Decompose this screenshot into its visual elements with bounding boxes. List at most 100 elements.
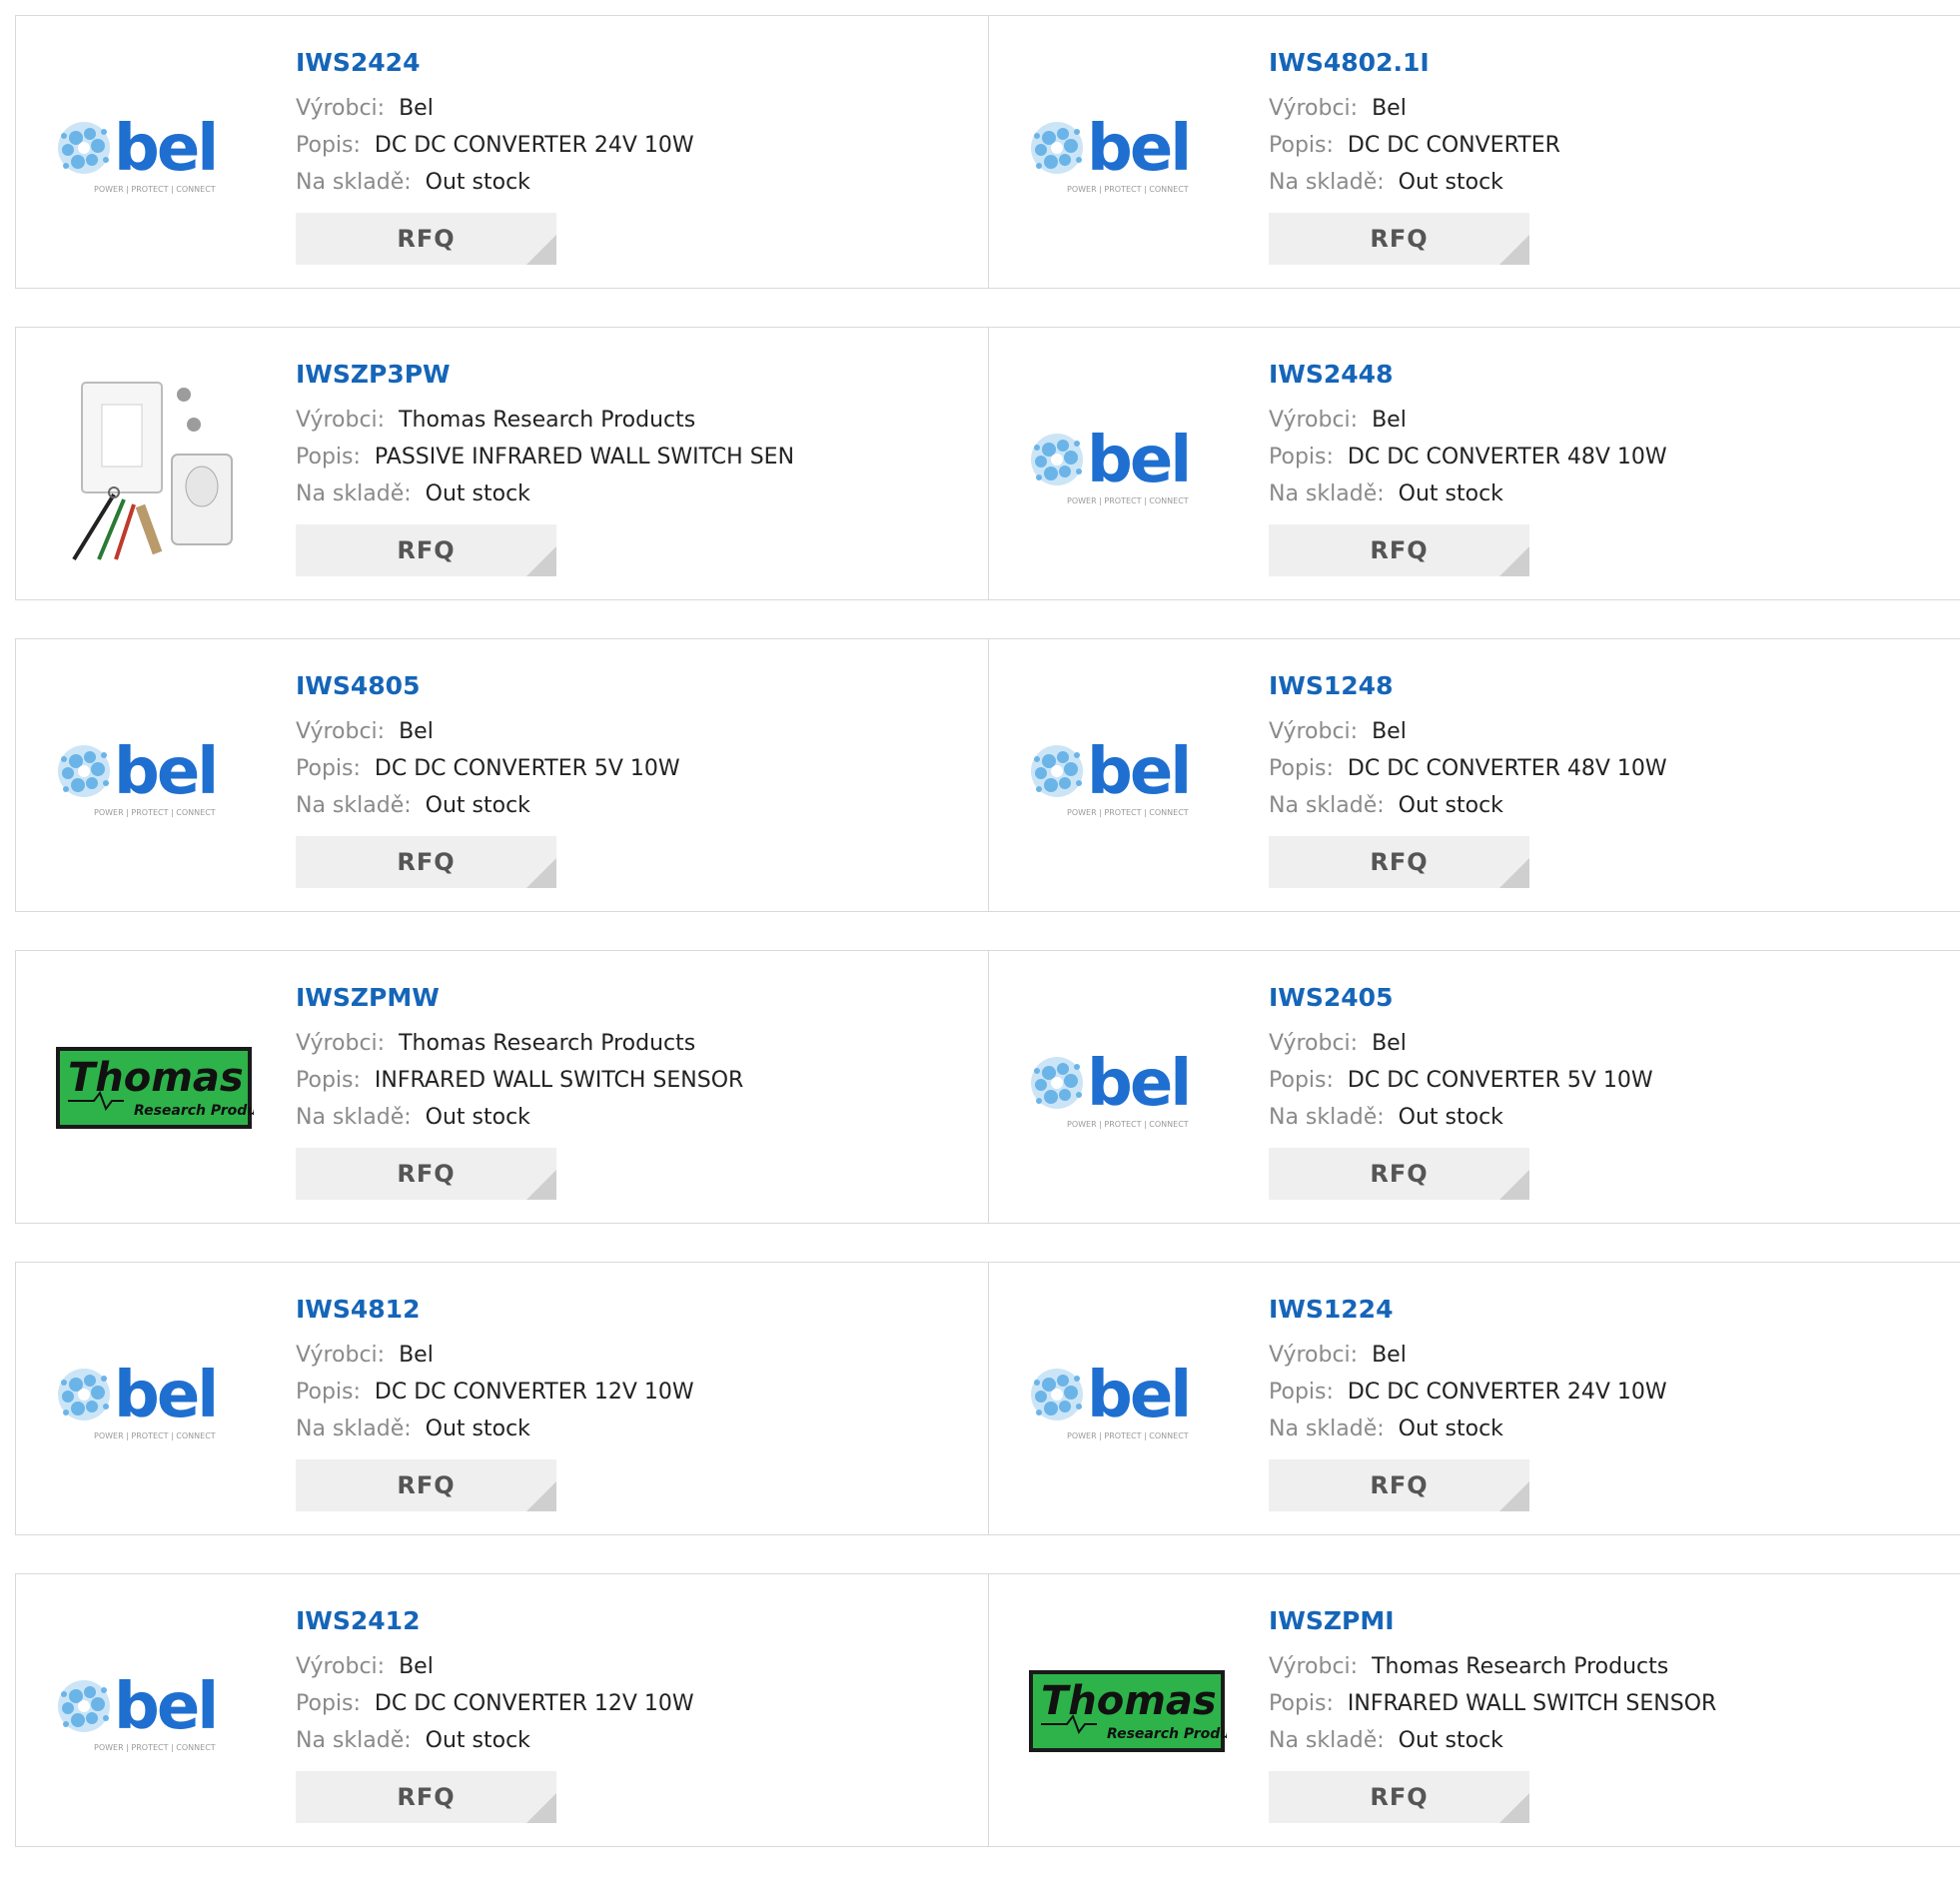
stock-value: Out stock	[425, 793, 530, 818]
product-info: IWS4802.1I Výrobci: Bel Popis: DC DC CONVE…	[1269, 46, 1560, 265]
part-number-link[interactable]: IWSZPMW	[296, 981, 743, 1015]
manufacturer-value: Bel	[1372, 1031, 1407, 1056]
rfq-button[interactable]: RFQ	[296, 1771, 556, 1823]
rfq-button[interactable]: RFQ	[296, 836, 556, 888]
description-value: DC DC CONVERTER 5V 10W	[1347, 1068, 1653, 1093]
product-grid: bel POWER | PROTECT | CONNECT IWS2424 Výr…	[15, 15, 1960, 1885]
stock-value: Out stock	[1398, 170, 1503, 195]
manufacturer-value: Bel	[399, 719, 434, 744]
product-card: bel POWER | PROTECT | CONNECT IWS2448 Výr…	[988, 328, 1960, 599]
product-row: bel POWER | PROTECT | CONNECT IWS4805 Výr…	[15, 638, 1960, 912]
stock-value: Out stock	[425, 481, 530, 506]
part-number-link[interactable]: IWS2412	[296, 1604, 694, 1638]
product-image[interactable]: bel POWER | PROTECT | CONNECT	[54, 1611, 254, 1811]
description-line: Popis: INFRARED WALL SWITCH SENSOR	[1269, 1685, 1716, 1722]
description-label: Popis:	[296, 1691, 361, 1716]
part-number-link[interactable]: IWS2448	[1269, 358, 1667, 392]
stock-label: Na skladě:	[296, 481, 412, 506]
svg-text:POWER | PROTECT | CONNECT: POWER | PROTECT | CONNECT	[1067, 185, 1189, 194]
stock-label: Na skladě:	[1269, 793, 1385, 818]
svg-text:POWER | PROTECT | CONNECT: POWER | PROTECT | CONNECT	[1067, 1431, 1189, 1440]
product-card: bel POWER | PROTECT | CONNECT IWS2424 Výr…	[16, 16, 988, 288]
product-image[interactable]: bel POWER | PROTECT | CONNECT	[54, 676, 254, 876]
part-number-link[interactable]: IWSZP3PW	[296, 358, 794, 392]
rfq-button-label: RFQ	[1370, 536, 1429, 564]
product-image[interactable]: bel POWER | PROTECT | CONNECT	[54, 53, 254, 253]
button-corner-decoration	[526, 1170, 556, 1200]
rfq-button[interactable]: RFQ	[1269, 213, 1529, 265]
product-info: IWS2412 Výrobci: Bel Popis: DC DC CONVERTE…	[296, 1604, 694, 1823]
rfq-button[interactable]: RFQ	[296, 524, 556, 576]
rfq-button[interactable]: RFQ	[1269, 524, 1529, 576]
svg-text:Research Products: Research Products	[134, 1103, 254, 1119]
stock-label: Na skladě:	[296, 170, 412, 195]
description-value: DC DC CONVERTER 12V 10W	[374, 1691, 694, 1716]
description-label: Popis:	[1269, 1068, 1334, 1093]
product-image[interactable]: bel POWER | PROTECT | CONNECT	[1027, 53, 1227, 253]
description-label: Popis:	[1269, 133, 1334, 158]
part-number-link[interactable]: IWS4812	[296, 1293, 694, 1327]
button-corner-decoration	[1499, 1170, 1529, 1200]
description-line: Popis: DC DC CONVERTER 5V 10W	[296, 750, 680, 787]
button-corner-decoration	[526, 546, 556, 576]
description-line: Popis: DC DC CONVERTER 24V 10W	[296, 127, 694, 164]
part-number-link[interactable]: IWS4802.1I	[1269, 46, 1560, 80]
description-line: Popis: DC DC CONVERTER 48V 10W	[1269, 439, 1667, 475]
part-number-link[interactable]: IWSZPMI	[1269, 1604, 1716, 1638]
svg-text:POWER | PROTECT | CONNECT: POWER | PROTECT | CONNECT	[94, 808, 216, 817]
rfq-button-label: RFQ	[1370, 1783, 1429, 1811]
part-number-link[interactable]: IWS1224	[1269, 1293, 1667, 1327]
product-image[interactable]: bel POWER | PROTECT | CONNECT	[1027, 365, 1227, 564]
rfq-button[interactable]: RFQ	[1269, 1148, 1529, 1200]
product-row: bel POWER | PROTECT | CONNECT IWS2424 Výr…	[15, 15, 1960, 289]
stock-line: Na skladě: Out stock	[296, 1099, 743, 1136]
button-corner-decoration	[1499, 546, 1529, 576]
rfq-button[interactable]: RFQ	[296, 213, 556, 265]
rfq-button[interactable]: RFQ	[1269, 1771, 1529, 1823]
svg-text:POWER | PROTECT | CONNECT: POWER | PROTECT | CONNECT	[1067, 496, 1189, 505]
manufacturer-line: Výrobci: Bel	[1269, 713, 1667, 750]
rfq-button[interactable]: RFQ	[296, 1148, 556, 1200]
part-number-link[interactable]: IWS1248	[1269, 669, 1667, 703]
manufacturer-line: Výrobci: Bel	[1269, 1025, 1653, 1062]
product-image[interactable]: Thomas Research Products	[54, 988, 254, 1188]
manufacturer-label: Výrobci:	[1269, 719, 1359, 744]
product-image[interactable]: bel POWER | PROTECT | CONNECT	[1027, 676, 1227, 876]
description-value: INFRARED WALL SWITCH SENSOR	[374, 1068, 744, 1093]
product-image[interactable]	[54, 365, 254, 564]
description-value: DC DC CONVERTER 12V 10W	[374, 1380, 694, 1405]
description-label: Popis:	[296, 133, 361, 158]
product-card: bel POWER | PROTECT | CONNECT IWS4812 Výr…	[16, 1263, 988, 1534]
product-image[interactable]: bel POWER | PROTECT | CONNECT	[1027, 988, 1227, 1188]
stock-line: Na skladě: Out stock	[1269, 787, 1667, 824]
rfq-button[interactable]: RFQ	[1269, 836, 1529, 888]
stock-line: Na skladě: Out stock	[296, 1411, 694, 1447]
svg-text:POWER | PROTECT | CONNECT: POWER | PROTECT | CONNECT	[1067, 808, 1189, 817]
stock-label: Na skladě:	[1269, 170, 1385, 195]
rfq-button-label: RFQ	[397, 225, 456, 253]
manufacturer-label: Výrobci:	[1269, 96, 1359, 121]
description-value: INFRARED WALL SWITCH SENSOR	[1347, 1691, 1717, 1716]
product-card: IWSZP3PW Výrobci: Thomas Research Product…	[16, 328, 988, 599]
stock-value: Out stock	[425, 1105, 530, 1130]
product-image[interactable]: bel POWER | PROTECT | CONNECT	[1027, 1300, 1227, 1499]
part-number-link[interactable]: IWS2424	[296, 46, 694, 80]
part-number-link[interactable]: IWS2405	[1269, 981, 1653, 1015]
rfq-button[interactable]: RFQ	[296, 1459, 556, 1511]
svg-text:POWER | PROTECT | CONNECT: POWER | PROTECT | CONNECT	[94, 185, 216, 194]
stock-line: Na skladě: Out stock	[1269, 475, 1667, 512]
bel-logo-icon: belPOWER | PROTECT | CONNECT	[58, 735, 219, 817]
svg-text:POWER | PROTECT | CONNECT: POWER | PROTECT | CONNECT	[94, 1743, 216, 1752]
part-number-link[interactable]: IWS4805	[296, 669, 680, 703]
svg-text:POWER | PROTECT | CONNECT: POWER | PROTECT | CONNECT	[94, 1431, 216, 1440]
description-line: Popis: DC DC CONVERTER 12V 10W	[296, 1374, 694, 1411]
product-image[interactable]: Thomas Research Products	[1027, 1611, 1227, 1811]
bel-logo-icon: belPOWER | PROTECT | CONNECT	[58, 1359, 219, 1440]
product-image[interactable]: bel POWER | PROTECT | CONNECT	[54, 1300, 254, 1499]
description-line: Popis: DC DC CONVERTER 48V 10W	[1269, 750, 1667, 787]
manufacturer-line: Výrobci: Thomas Research Products	[1269, 1648, 1716, 1685]
stock-line: Na skladě: Out stock	[296, 787, 680, 824]
stock-line: Na skladě: Out stock	[1269, 1722, 1716, 1759]
button-corner-decoration	[526, 1793, 556, 1823]
rfq-button[interactable]: RFQ	[1269, 1459, 1529, 1511]
